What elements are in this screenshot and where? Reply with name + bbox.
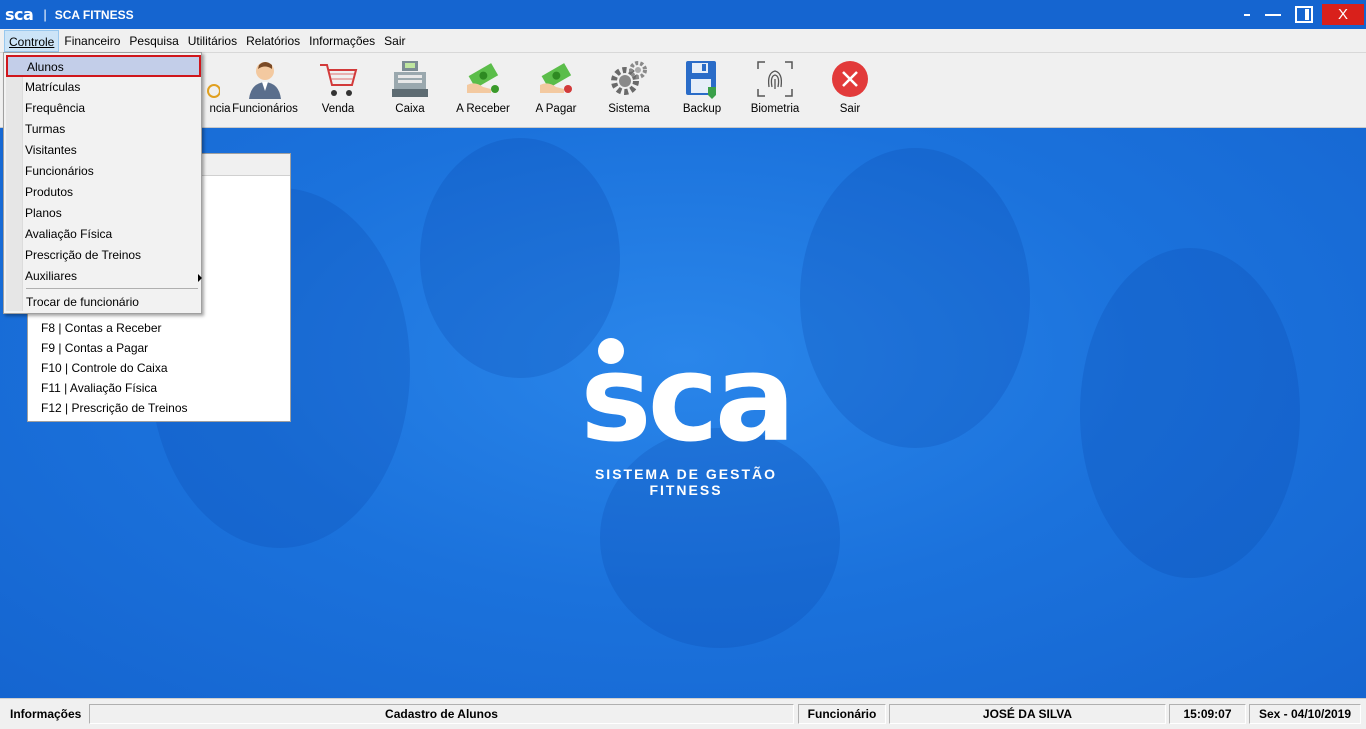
menu-item-auxiliares-label: Auxiliares xyxy=(25,269,78,283)
toolbar-venda-label: Venda xyxy=(321,103,355,115)
toolbar-sistema-label: Sistema xyxy=(608,103,650,115)
menu-gutter xyxy=(6,55,23,311)
menu-relatorios[interactable]: Relatórios xyxy=(242,30,304,52)
shortcut-f11[interactable]: F11 | Avaliação Física xyxy=(41,381,157,395)
shortcut-f10[interactable]: F10 | Controle do Caixa xyxy=(41,361,168,375)
toolbar-biometria-button[interactable]: Biometria xyxy=(740,59,810,123)
controle-dropdown-menu: Alunos Matrículas Frequência Turmas Visi… xyxy=(3,52,202,314)
close-button[interactable]: X xyxy=(1322,4,1364,25)
toolbar-caixa-button[interactable]: Caixa xyxy=(375,59,445,123)
brand-subtitle: SISTEMA DE GESTÃO FITNESS xyxy=(594,466,778,498)
menu-utilitarios[interactable]: Utilitários xyxy=(184,30,241,52)
menu-relatorios-label: Relatórios xyxy=(246,33,301,48)
toolbar-backup-label: Backup xyxy=(682,103,722,115)
status-role: Funcionário xyxy=(798,704,886,724)
bg-decoration xyxy=(1080,248,1300,578)
status-date: Sex - 04/10/2019 xyxy=(1249,704,1361,724)
menu-controle[interactable]: Controle xyxy=(4,29,60,52)
toolbar-biometria-label: Biometria xyxy=(750,103,800,115)
toolbar-a-receber-label: A Receber xyxy=(456,103,510,115)
cash-register-icon xyxy=(390,59,430,99)
shortcut-f8[interactable]: F8 | Contas a Receber xyxy=(41,321,162,335)
menu-informacoes[interactable]: Informações xyxy=(305,30,379,52)
status-action: Cadastro de Alunos xyxy=(89,704,794,724)
floppy-disk-icon xyxy=(682,59,722,99)
bg-decoration xyxy=(800,148,1030,448)
toolbar-sair-button[interactable]: Sair xyxy=(815,59,885,123)
status-bar: Informações Cadastro de Alunos Funcionár… xyxy=(0,698,1366,729)
menu-pesquisa-label: Pesquisa xyxy=(129,33,179,48)
menu-item-trocar-funcionario[interactable]: Trocar de funcionário xyxy=(26,292,139,313)
brand-logo: sca SISTEMA DE GESTÃO FITNESS xyxy=(556,330,816,499)
menu-item-avaliacao-fisica[interactable]: Avaliação Física xyxy=(25,224,112,245)
menu-item-auxiliares[interactable]: Auxiliares xyxy=(25,266,202,287)
toolbar-venda-button[interactable]: Venda xyxy=(303,59,373,123)
menu-sair[interactable]: Sair xyxy=(380,30,409,52)
status-info-label: Informações xyxy=(10,707,82,721)
maximize-button[interactable] xyxy=(1292,4,1316,25)
menu-item-produtos[interactable]: Produtos xyxy=(25,182,73,203)
menu-utilitarios-label: Utilitários xyxy=(187,33,238,48)
status-time: 15:09:07 xyxy=(1169,704,1246,724)
toolbar: ncia Funcionários Venda Caixa A Receber … xyxy=(0,53,1366,128)
close-circle-icon xyxy=(830,59,870,99)
shortcut-f9[interactable]: F9 | Contas a Pagar xyxy=(41,341,148,355)
status-user: JOSÉ DA SILVA xyxy=(889,704,1166,724)
menu-item-funcionarios[interactable]: Funcionários xyxy=(25,161,94,182)
maximize-icon xyxy=(1295,6,1313,23)
brand-logo-text: sca xyxy=(580,330,796,469)
restore-small-button[interactable] xyxy=(1238,4,1256,25)
toolbar-backup-button[interactable]: Backup xyxy=(667,59,737,123)
toolbar-funcionarios-label: Funcionários xyxy=(232,103,298,115)
menu-informacoes-label: Informações xyxy=(309,33,376,48)
submenu-arrow-icon xyxy=(198,274,202,282)
app-logo: sca xyxy=(5,5,34,24)
shortcut-f12[interactable]: F12 | Prescrição de Treinos xyxy=(41,401,188,415)
menu-item-turmas[interactable]: Turmas xyxy=(25,119,65,140)
menu-pesquisa[interactable]: Pesquisa xyxy=(125,30,182,52)
toolbar-sistema-button[interactable]: Sistema xyxy=(594,59,664,123)
menu-separator xyxy=(26,288,198,289)
minimize-button[interactable] xyxy=(1262,4,1284,25)
menu-financeiro[interactable]: Financeiro xyxy=(60,30,124,52)
toolbar-a-pagar-button[interactable]: A Pagar xyxy=(521,59,591,123)
title-bar: sca | SCA FITNESS X xyxy=(0,0,1366,29)
person-icon xyxy=(245,59,285,99)
toolbar-sair-label: Sair xyxy=(839,103,861,115)
menu-item-planos[interactable]: Planos xyxy=(25,203,62,224)
fingerprint-icon xyxy=(755,59,795,99)
menu-item-prescricao-treinos[interactable]: Prescrição de Treinos xyxy=(25,245,141,266)
shopping-cart-icon xyxy=(318,59,358,99)
toolbar-a-pagar-label: A Pagar xyxy=(535,103,577,115)
toolbar-frequencia-label: ncia xyxy=(209,103,231,115)
menu-item-visitantes[interactable]: Visitantes xyxy=(25,140,77,161)
logo-dot xyxy=(598,338,624,364)
menu-financeiro-label: Financeiro xyxy=(64,33,121,48)
menu-sair-label: Sair xyxy=(384,33,406,48)
gears-icon xyxy=(609,59,649,99)
menu-item-matriculas[interactable]: Matrículas xyxy=(25,77,80,98)
menu-item-alunos[interactable]: Alunos xyxy=(6,55,201,77)
toolbar-a-receber-button[interactable]: A Receber xyxy=(448,59,518,123)
title-separator: | xyxy=(43,7,47,22)
menu-item-frequencia[interactable]: Frequência xyxy=(25,98,85,119)
toolbar-funcionarios-button[interactable]: Funcionários xyxy=(230,59,300,123)
money-receive-icon xyxy=(463,59,503,99)
window-title: SCA FITNESS xyxy=(54,7,134,22)
toolbar-caixa-label: Caixa xyxy=(395,103,425,115)
menu-controle-label: Controle xyxy=(9,34,55,49)
money-pay-icon xyxy=(536,59,576,99)
menu-bar: Controle Financeiro Pesquisa Utilitários… xyxy=(0,29,1366,53)
